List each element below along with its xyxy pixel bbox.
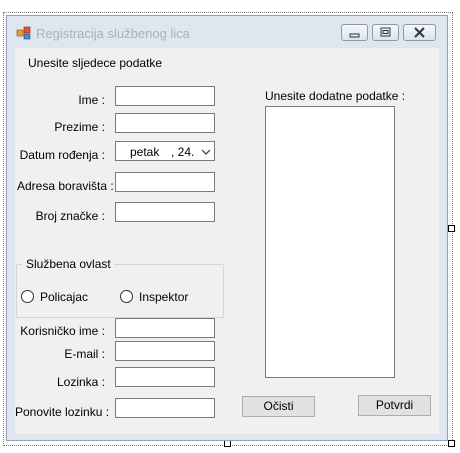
policajac-radio[interactable] [21,290,34,303]
form-header-label: Unesite sljedece podatke [28,56,163,70]
ponovite-lozinku-label: Ponovite lozinku : [15,405,110,419]
form-window: Registracija službenog lica Unesite slje… [6,15,448,441]
lozinka-label: Lozinka : [56,375,105,389]
close-button[interactable] [403,24,436,41]
inspektor-radio[interactable] [120,290,133,303]
window-title: Registracija službenog lica [36,26,190,41]
sluzbena-ovlast-group: Službena ovlast Policajac Inspektor [16,257,224,318]
broj-znacke-field[interactable] [115,202,215,222]
ponovite-lozinku-field[interactable] [115,398,215,418]
resize-handle-corner[interactable] [448,440,455,447]
maximize-icon [380,27,391,37]
resize-handle-bottom[interactable] [224,440,231,447]
korisnicko-ime-field[interactable] [115,318,215,338]
broj-znacke-label: Broj značke : [35,209,105,223]
email-label: E-mail : [64,347,105,361]
date-day-number: , 24. [171,145,195,159]
sluzbena-ovlast-title: Službena ovlast [23,257,114,271]
datum-rodjenja-label: Datum rođenja : [19,148,105,162]
korisnicko-ime-label: Korisničko ime : [20,324,105,338]
maximize-button[interactable] [372,24,399,41]
inspektor-label[interactable]: Inspektor [139,290,188,304]
datum-rodjenja-picker[interactable]: petak , 24. [115,141,215,161]
prezime-label: Prezime : [54,120,105,134]
prezime-field[interactable] [115,113,215,133]
minimize-button[interactable] [341,24,368,41]
ocisti-button[interactable]: Očisti [242,396,315,417]
adresa-field[interactable] [115,172,215,192]
dodatni-podaci-textarea[interactable] [265,106,395,378]
lozinka-field[interactable] [115,367,215,387]
close-icon [414,27,425,38]
email-field[interactable] [115,341,215,361]
adresa-label: Adresa boravišta : [17,179,114,193]
form-client-area: Unesite sljedece podatke Ime : Prezime :… [15,48,439,434]
resize-handle-right[interactable] [448,225,455,232]
dodatni-podaci-label: Unesite dodatne podatke : [265,89,406,103]
potvrdi-button[interactable]: Potvrdi [358,395,431,416]
policajac-label[interactable]: Policajac [40,290,88,304]
title-bar[interactable]: Registracija službenog lica [7,16,447,48]
app-icon [16,26,31,40]
minimize-icon [349,33,360,38]
date-day-name: petak [130,145,160,159]
ime-label: Ime : [78,93,105,107]
chevron-down-icon[interactable] [200,146,212,158]
ime-field[interactable] [115,86,215,106]
